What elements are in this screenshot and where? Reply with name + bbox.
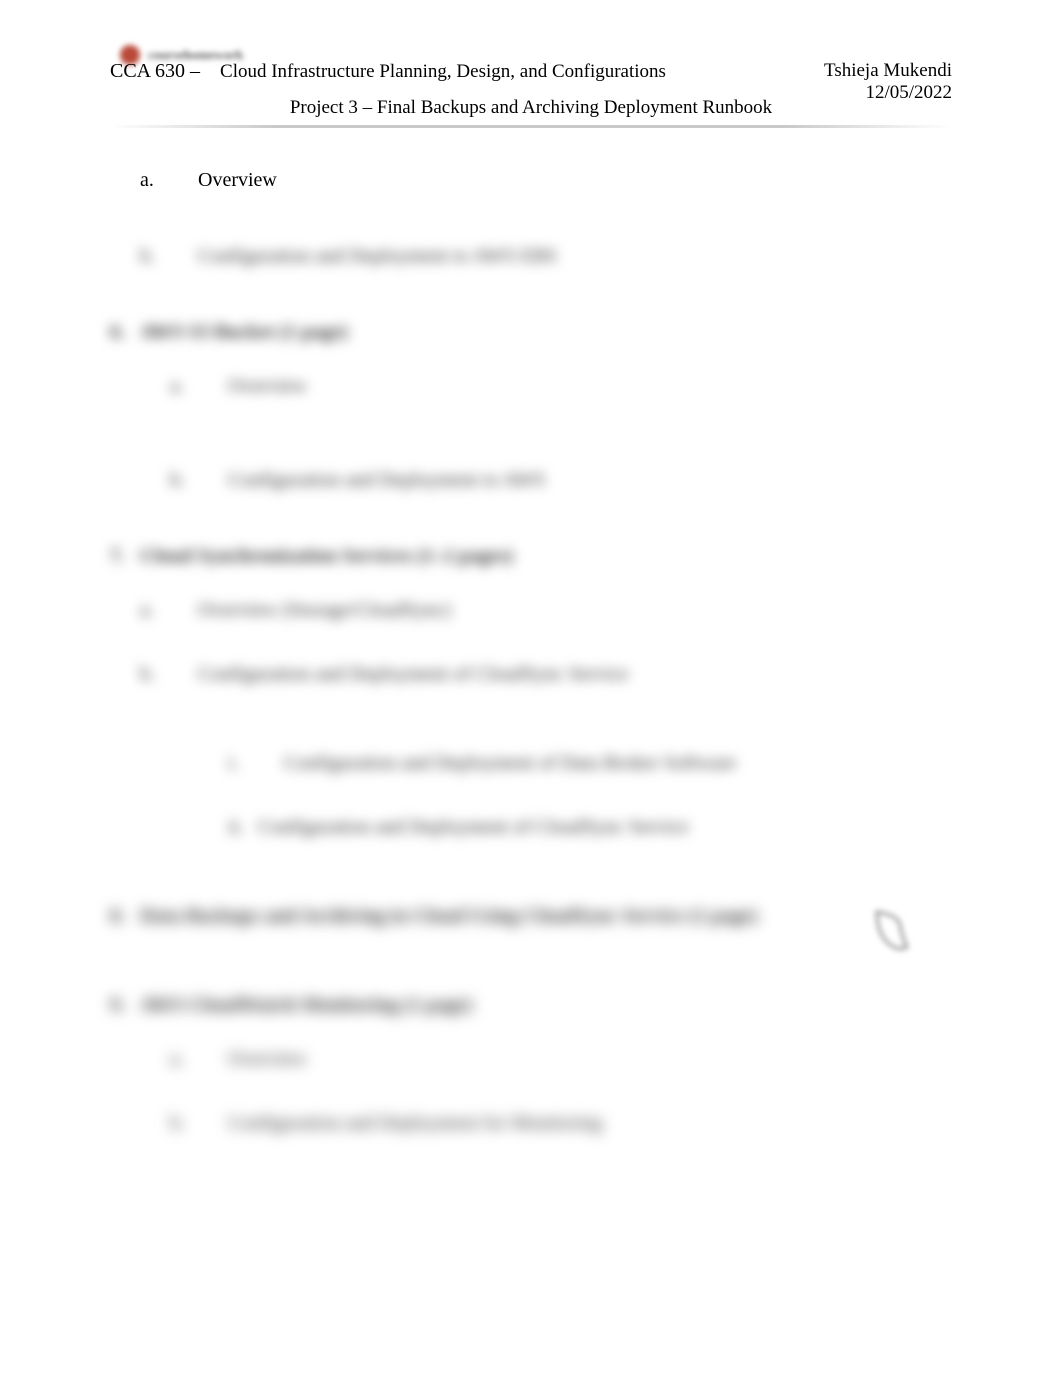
- outline-section-7: 7. Cloud Synchronization Services (1–2 p…: [110, 534, 952, 578]
- outline-section-8: 8. Data Backups and Archiving in Cloud U…: [110, 894, 952, 938]
- outline-item-7b: b. Configuration and Deployment of Cloud…: [140, 652, 952, 696]
- outline-item-7b-i: i. Configuration and Deployment of Data …: [140, 741, 952, 785]
- marker-7: 7.: [110, 534, 140, 578]
- marker-9b: b.: [170, 1101, 228, 1145]
- outline-item-9a: a. Overview: [140, 1037, 952, 1081]
- outline-section-9: 9. AWS CloudWatch Monitoring (1 page): [110, 983, 952, 1027]
- outline-item-9b: b. Configuration and Deployment for Moni…: [140, 1101, 952, 1145]
- document-header: Tshieja Mukendi 12/05/2022 CCA 630 – Clo…: [110, 60, 952, 128]
- outline-item-6a: a. Overview: [140, 364, 952, 408]
- outline-item-7b-ii: ii. Configuration and Deployment of Clou…: [140, 805, 952, 849]
- document-page: coursehomework Tshieja Mukendi 12/05/202…: [0, 0, 1062, 1217]
- course-title: Cloud Infrastructure Planning, Design, a…: [220, 61, 666, 82]
- text-6b: Configuration and Deployment to AWS: [228, 458, 545, 502]
- outline-section-6: 6. AWS S3 Bucket (1 page): [110, 310, 952, 354]
- marker-b: b.: [140, 234, 198, 278]
- author-name: Tshieja Mukendi: [824, 60, 952, 82]
- marker-9: 9.: [110, 983, 140, 1027]
- text-7b: Configuration and Deployment of CloudSyn…: [198, 652, 628, 696]
- marker-7b-ii: ii.: [228, 805, 258, 849]
- header-divider: [110, 125, 952, 128]
- marker-6b: b.: [170, 458, 228, 502]
- marker-7b: b.: [140, 652, 198, 696]
- marker-9a: a.: [170, 1037, 228, 1081]
- text-7a: Overview (Storage/CloudSync): [198, 588, 451, 632]
- text-6: AWS S3 Bucket (1 page): [140, 310, 348, 354]
- outline-item-b: b. Configuration and Deployment to AWS E…: [140, 234, 952, 278]
- marker-8: 8.: [110, 894, 140, 938]
- text-7b-ii: Configuration and Deployment of CloudSyn…: [258, 805, 688, 849]
- text-9b: Configuration and Deployment for Monitor…: [228, 1101, 602, 1145]
- text-a: Overview: [198, 158, 277, 202]
- marker-7a: a.: [140, 588, 198, 632]
- outline-content: a. Overview b. Configuration and Deploym…: [110, 158, 952, 1145]
- outline-item-6b: b. Configuration and Deployment to AWS: [140, 458, 952, 502]
- outline-item-a: a. Overview: [140, 158, 952, 202]
- text-6a: Overview: [228, 364, 307, 408]
- header-right-block: Tshieja Mukendi 12/05/2022: [824, 60, 952, 104]
- page-curl-icon: [872, 907, 912, 957]
- text-7: Cloud Synchronization Services (1–2 page…: [140, 534, 513, 578]
- text-b: Configuration and Deployment to AWS EBS: [198, 234, 557, 278]
- marker-7b-i: i.: [228, 741, 284, 785]
- outline-item-7a: a. Overview (Storage/CloudSync): [140, 588, 952, 632]
- course-code: CCA 630 –: [110, 60, 200, 82]
- document-date: 12/05/2022: [824, 82, 952, 104]
- text-9: AWS CloudWatch Monitoring (1 page): [140, 983, 472, 1027]
- marker-a: a.: [140, 158, 198, 202]
- marker-6a: a.: [170, 364, 228, 408]
- text-8: Data Backups and Archiving in Cloud Usin…: [140, 894, 758, 938]
- text-9a: Overview: [228, 1037, 307, 1081]
- text-7b-i: Configuration and Deployment of Data Bro…: [284, 741, 736, 785]
- marker-6: 6.: [110, 310, 140, 354]
